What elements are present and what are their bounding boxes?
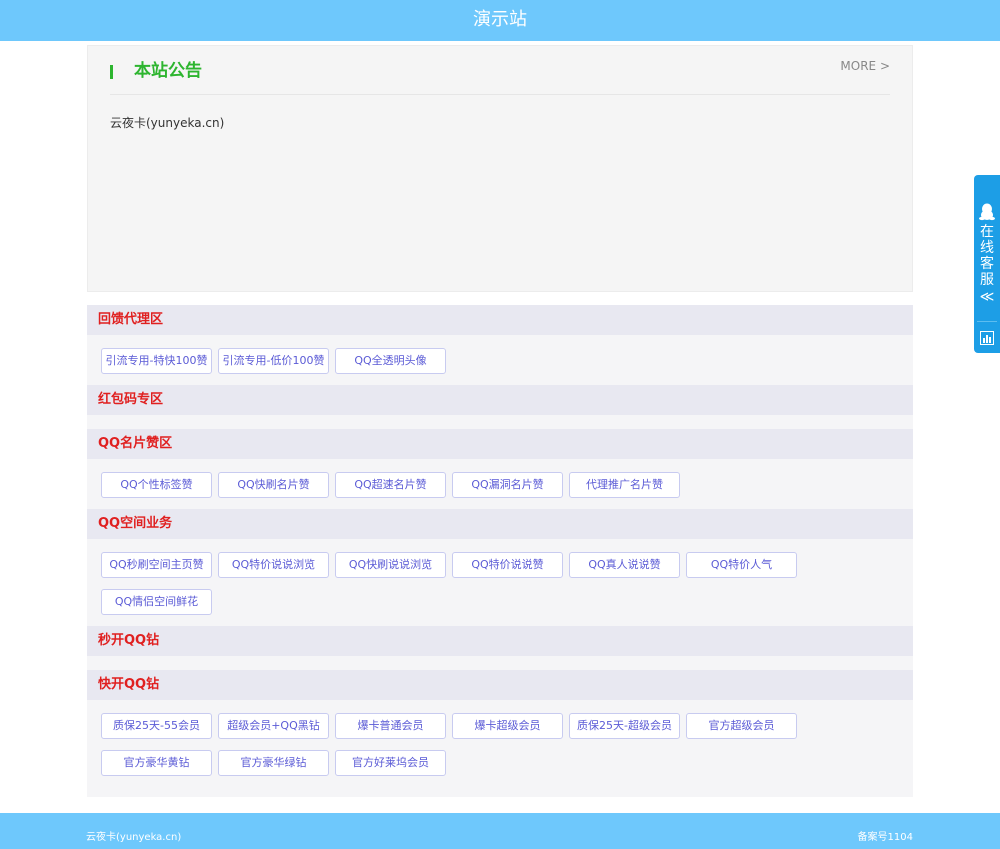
qq-penguin-icon (979, 203, 995, 221)
product-button[interactable]: 引流专用-低价100赞 (218, 348, 329, 374)
bar-chart-icon[interactable] (980, 331, 994, 345)
product-button[interactable]: 官方好莱坞会员 (335, 750, 446, 776)
product-button[interactable]: 官方豪华绿钻 (218, 750, 329, 776)
product-button[interactable]: 官方超级会员 (686, 713, 797, 739)
online-service-char: 服 (980, 272, 994, 288)
product-button[interactable]: QQ快刷名片赞 (218, 472, 329, 498)
site-header: 演示站 (0, 0, 1000, 41)
collapse-arrow-icon[interactable]: ≪ (974, 289, 1000, 305)
footer-site-name: 云夜卡(yunyeka.cn) (86, 832, 182, 843)
product-button[interactable]: 引流专用-特快100赞 (101, 348, 212, 374)
category-body: 引流专用-特快100赞 引流专用-低价100赞 QQ全透明头像 (87, 335, 913, 385)
product-button[interactable]: QQ特价人气 (686, 552, 797, 578)
category-header[interactable]: 快开QQ钻 (87, 670, 913, 700)
category-body: QQ秒刷空间主页赞 QQ特价说说浏览 QQ快刷说说浏览 QQ特价说说赞 QQ真人说说赞 Q… (87, 539, 913, 626)
category-header[interactable]: QQ名片赞区 (87, 429, 913, 459)
site-footer: 云夜卡(yunyeka.cn) 备案号1104 (0, 813, 1000, 849)
category-body: 质保25天-55会员 超级会员+QQ黑钻 爆卡普通会员 爆卡超级会员 质保25天-超级会… (87, 700, 913, 787)
notice-panel: 本站公告 MORE > 云夜卡(yunyeka.cn) (87, 45, 913, 292)
product-button[interactable]: QQ快刷说说浏览 (335, 552, 446, 578)
product-button[interactable]: QQ真人说说赞 (569, 552, 680, 578)
category-body (87, 656, 913, 670)
product-button[interactable]: 爆卡普通会员 (335, 713, 446, 739)
notice-body: 云夜卡(yunyeka.cn) (110, 116, 225, 130)
notice-header: 本站公告 MORE > (110, 58, 890, 95)
product-button[interactable]: QQ特价说说浏览 (218, 552, 329, 578)
product-button[interactable]: 爆卡超级会员 (452, 713, 563, 739)
product-button[interactable]: QQ全透明头像 (335, 348, 446, 374)
online-service-char: 客 (980, 256, 994, 272)
category-header[interactable]: 回馈代理区 (87, 305, 913, 335)
service-divider (977, 321, 997, 322)
category-body (87, 415, 913, 429)
online-service-label: 在线客服 (974, 224, 1000, 288)
product-button[interactable]: QQ超速名片赞 (335, 472, 446, 498)
product-button[interactable]: QQ漏洞名片赞 (452, 472, 563, 498)
product-button-group: QQ秒刷空间主页赞 QQ特价说说浏览 QQ快刷说说浏览 QQ特价说说赞 QQ真人说说赞 Q… (101, 552, 821, 626)
product-button[interactable]: 质保25天-超级会员 (569, 713, 680, 739)
footer-icp[interactable]: 备案号1104 (858, 828, 913, 843)
product-button[interactable]: 质保25天-55会员 (101, 713, 212, 739)
category-header[interactable]: 红包码专区 (87, 385, 913, 415)
product-button[interactable]: 代理推广名片赞 (569, 472, 680, 498)
product-button[interactable]: QQ特价说说赞 (452, 552, 563, 578)
product-button-group: QQ个性标签赞 QQ快刷名片赞 QQ超速名片赞 QQ漏洞名片赞 代理推广名片赞 (101, 472, 821, 509)
product-button-group: 质保25天-55会员 超级会员+QQ黑钻 爆卡普通会员 爆卡超级会员 质保25天-超级会… (101, 713, 821, 787)
product-button[interactable]: QQ秒刷空间主页赞 (101, 552, 212, 578)
online-service-char: 线 (980, 240, 994, 256)
notice-title: 本站公告 (134, 61, 202, 81)
online-service-button[interactable]: 在线客服 ≪ (974, 175, 1000, 353)
notice-accent-bar (110, 65, 113, 79)
category-body: QQ个性标签赞 QQ快刷名片赞 QQ超速名片赞 QQ漏洞名片赞 代理推广名片赞 (87, 459, 913, 509)
notice-more-link[interactable]: MORE > (840, 59, 890, 73)
category-header[interactable]: 秒开QQ钻 (87, 626, 913, 656)
product-button-group: 引流专用-特快100赞 引流专用-低价100赞 QQ全透明头像 (101, 348, 821, 385)
product-button[interactable]: QQ个性标签赞 (101, 472, 212, 498)
category-header[interactable]: QQ空间业务 (87, 509, 913, 539)
category-list: 回馈代理区 引流专用-特快100赞 引流专用-低价100赞 QQ全透明头像 红包码专区 Q… (87, 305, 913, 797)
product-button[interactable]: 官方豪华黄钻 (101, 750, 212, 776)
product-button[interactable]: 超级会员+QQ黑钻 (218, 713, 329, 739)
online-service-char: 在 (980, 224, 994, 240)
product-button[interactable]: QQ情侣空间鲜花 (101, 589, 212, 615)
site-title: 演示站 (473, 9, 527, 30)
